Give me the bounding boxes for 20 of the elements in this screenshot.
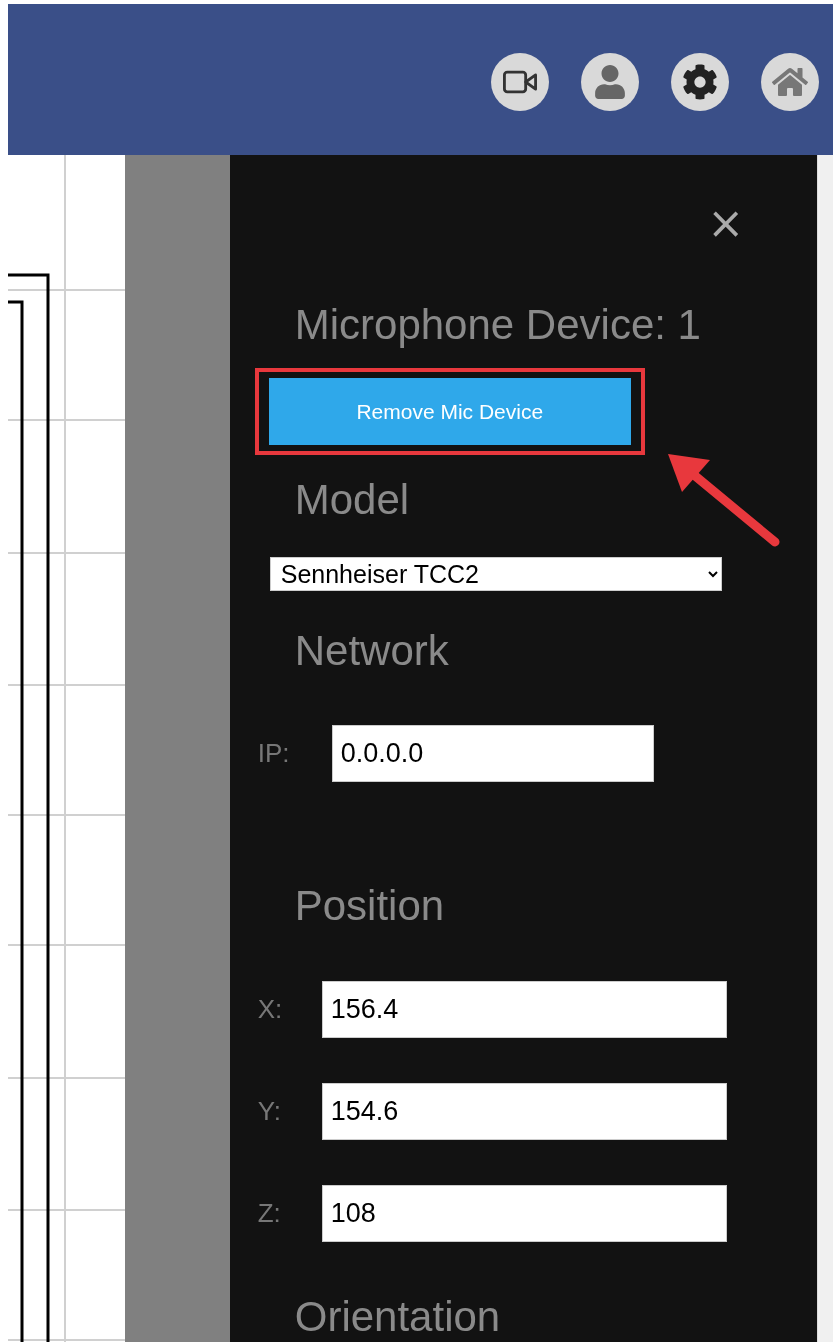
coordinate-input[interactable]: 108: [321, 1185, 727, 1242]
field-label: Y:: [257, 1096, 282, 1127]
user-icon[interactable]: [581, 53, 639, 111]
home-icon[interactable]: [761, 53, 819, 111]
settings-icon[interactable]: [671, 53, 729, 111]
close-button[interactable]: ×: [707, 205, 745, 240]
field-label: Z:: [257, 1198, 282, 1229]
camera-icon[interactable]: [491, 53, 549, 111]
section-heading: Model: [294, 475, 410, 525]
ip-input[interactable]: 0.0.0.0: [331, 725, 654, 782]
coordinate-input[interactable]: 154.6: [321, 1083, 727, 1140]
section-heading: Position: [294, 881, 445, 931]
panel-title: Microphone Device: 1: [294, 300, 701, 350]
field-label: X:: [257, 994, 284, 1025]
model-select[interactable]: Sennheiser TCC2: [269, 557, 722, 591]
section-heading: Network: [294, 626, 449, 676]
scrollbar[interactable]: [817, 155, 833, 1342]
section-heading: Orientation: [294, 1292, 501, 1342]
field-label: IP:: [257, 738, 291, 769]
coordinate-input[interactable]: 156.4: [321, 981, 727, 1038]
